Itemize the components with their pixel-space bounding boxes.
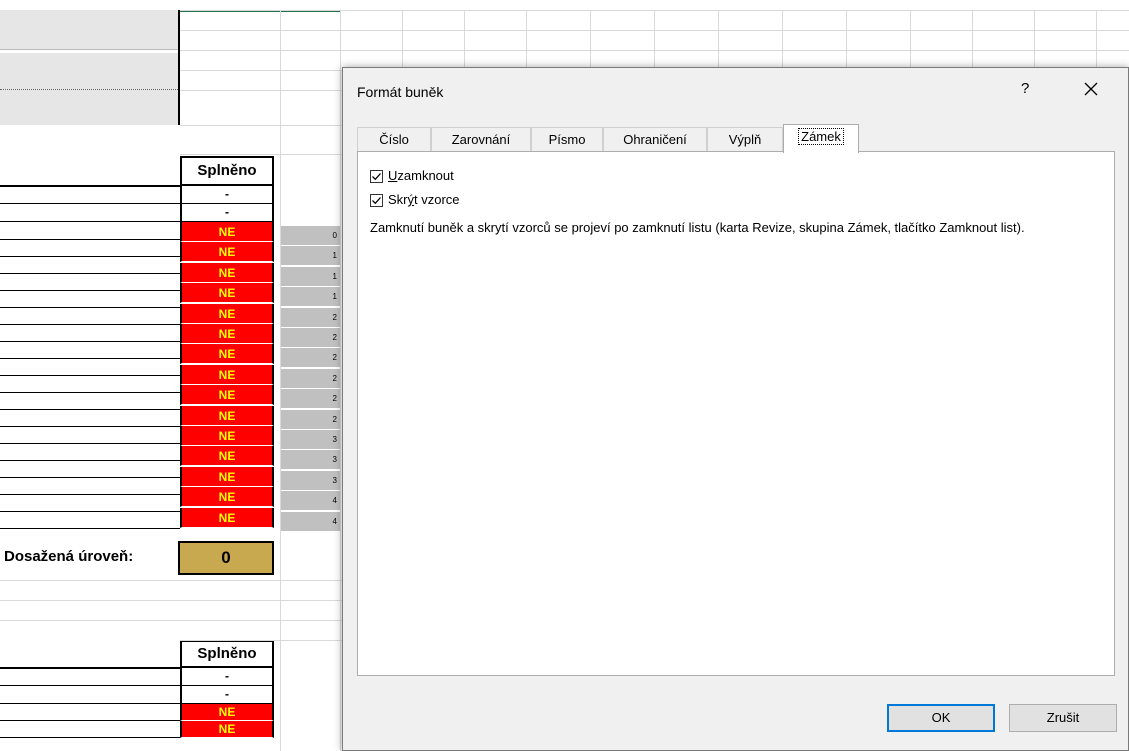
column-header-splneno-2[interactable]: Splněno [180, 640, 274, 668]
row-border-line [0, 443, 180, 444]
side-number-cell[interactable]: 4 [280, 491, 340, 512]
row-border-line [0, 375, 180, 376]
side-number-cell[interactable]: 4 [280, 511, 340, 532]
row-border-line [0, 392, 180, 393]
tab-pismo[interactable]: Písmo [531, 127, 603, 151]
row-border-line [0, 667, 180, 669]
status-cell-ne[interactable]: NE [180, 222, 274, 242]
cancel-button[interactable]: Zrušit [1009, 704, 1117, 732]
dash-cell[interactable]: - [180, 204, 274, 222]
status-cell-ne[interactable]: NE [180, 466, 274, 487]
row-border-line [0, 341, 180, 342]
side-number-cell[interactable]: 2 [280, 328, 340, 348]
grid-line-horizontal [180, 30, 1129, 31]
checkmark-icon [372, 197, 381, 205]
side-number-cell[interactable]: 1 [280, 246, 340, 267]
row-border-line [0, 358, 180, 359]
protection-panel: Uzamknout Skrýt vzorce Zamknutí buněk a … [357, 151, 1115, 676]
side-number-cell[interactable]: 3 [280, 470, 340, 491]
row-border-line [0, 256, 180, 257]
side-number-cell[interactable]: 2 [280, 409, 340, 430]
dash-cell[interactable]: - [180, 186, 274, 204]
grid-line-horizontal [180, 50, 1129, 51]
side-number-cell[interactable]: 3 [280, 450, 340, 471]
dotted-divider [0, 89, 178, 90]
row-border-line [0, 494, 180, 495]
status-cell-ne[interactable]: NE [180, 405, 274, 426]
lock-checkbox-label[interactable]: Uzamknout [388, 168, 454, 183]
status-cell-ne[interactable]: NE [180, 303, 274, 324]
row-border-line [0, 290, 180, 291]
row-border-line [0, 185, 180, 187]
tab-vypln[interactable]: Výplň [707, 127, 783, 151]
side-number-cell[interactable]: 0 [280, 226, 340, 246]
side-number-cell[interactable]: 2 [280, 348, 340, 369]
side-number-cell[interactable]: 1 [280, 266, 340, 287]
hide-formulas-checkbox[interactable] [370, 194, 383, 207]
close-button[interactable] [1078, 76, 1104, 102]
tab-zarovnani[interactable]: Zarovnání [431, 127, 531, 151]
row-border-line [0, 511, 180, 512]
tab-cislo[interactable]: Číslo [357, 127, 431, 151]
close-icon [1084, 82, 1098, 96]
side-number-cell[interactable]: 3 [280, 430, 340, 450]
row-border-line [0, 737, 180, 738]
format-cells-dialog: Formát buněk ? Číslo Zarovnání Písmo Ohr… [342, 67, 1129, 751]
help-button[interactable]: ? [1021, 80, 1029, 97]
status-cell-ne[interactable]: NE [180, 283, 274, 304]
row-border-line [0, 477, 180, 478]
row-border-line [0, 324, 180, 325]
column-header-splneno-1[interactable]: Splněno [180, 156, 274, 186]
row-border-line [0, 203, 180, 204]
protection-note: Zamknutí buněk a skrytí vzorců se projev… [370, 220, 1025, 235]
row-border-line [0, 239, 180, 240]
row-border-line [0, 703, 180, 704]
row-border-line [0, 720, 180, 721]
grid-line-horizontal [0, 600, 180, 601]
dialog-title: Formát buněk [357, 84, 444, 100]
grid-line-horizontal [180, 10, 1129, 11]
tab-ohraniceni[interactable]: Ohraničení [603, 127, 707, 151]
row-border-line [0, 426, 180, 427]
status-cell-ne[interactable]: NE [180, 385, 274, 406]
status-cell-ne[interactable]: NE [180, 242, 274, 263]
row-border-line [0, 221, 180, 222]
status-cell-ne[interactable]: NE [180, 324, 274, 344]
hide-formulas-checkbox-label[interactable]: Skrýt vzorce [388, 192, 460, 207]
ok-button[interactable]: OK [887, 704, 995, 732]
side-number-cell[interactable]: 2 [280, 307, 340, 328]
dash-cell[interactable]: - [180, 668, 274, 686]
row-border-line [0, 273, 180, 274]
tab-zamek-label: Zámek [798, 128, 844, 145]
grid-line-horizontal [0, 620, 180, 621]
achieved-level-value[interactable]: 0 [178, 541, 274, 575]
row-border-line [0, 685, 180, 686]
tab-zamek[interactable]: Zámek [783, 124, 859, 153]
side-number-cell[interactable]: 2 [280, 368, 340, 389]
status-cell-ne[interactable]: NE [180, 364, 274, 385]
status-cell-ne[interactable]: NE [180, 704, 274, 721]
achieved-level-label[interactable]: Dosažená úroveň: [4, 548, 133, 565]
dash-cell[interactable]: - [180, 686, 274, 704]
status-cell-ne[interactable]: NE [180, 446, 274, 467]
status-cell-ne[interactable]: NE [180, 426, 274, 446]
status-cell-ne[interactable]: NE [180, 487, 274, 508]
row-border-line [0, 307, 180, 308]
status-cell-ne[interactable]: NE [180, 721, 274, 738]
row-border-line [0, 460, 180, 461]
status-cell-ne[interactable]: NE [180, 262, 274, 283]
grid-line-horizontal [0, 580, 180, 581]
side-number-cell[interactable]: 1 [280, 287, 340, 308]
lock-checkbox[interactable] [370, 170, 383, 183]
row-border-line [0, 409, 180, 410]
merged-cell-gray-1[interactable] [0, 10, 178, 50]
row-border-line [0, 528, 180, 529]
status-cell-ne[interactable]: NE [180, 507, 274, 528]
side-number-cell[interactable]: 2 [280, 389, 340, 410]
checkmark-icon [372, 173, 381, 181]
status-cell-ne[interactable]: NE [180, 344, 274, 365]
thick-border-left-top [178, 10, 180, 125]
